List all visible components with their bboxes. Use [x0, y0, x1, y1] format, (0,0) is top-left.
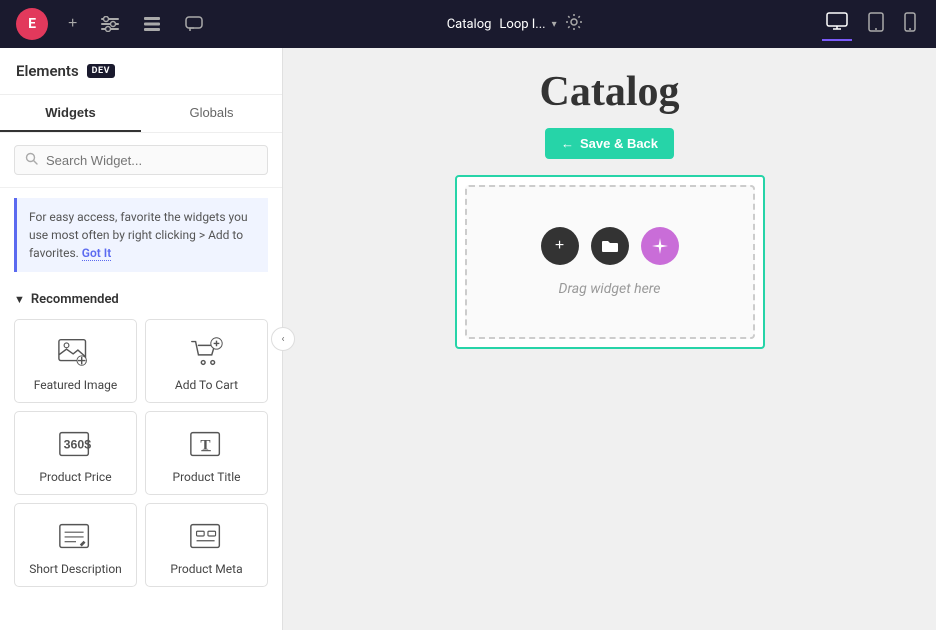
- canvas-area: Catalog ← Save & Back +: [283, 48, 936, 630]
- comment-icon: [185, 16, 203, 32]
- catalog-title: Catalog: [540, 68, 680, 116]
- section-title: ▼ Recommended: [14, 292, 268, 307]
- widget-card-product-price[interactable]: 360$ Product Price: [14, 411, 137, 495]
- tab-widgets[interactable]: Widgets: [0, 95, 141, 132]
- tab-globals[interactable]: Globals: [141, 95, 282, 132]
- sliders-icon-btn[interactable]: [97, 12, 123, 36]
- svg-text:360$: 360$: [63, 438, 91, 452]
- widget-card-add-to-cart[interactable]: Add To Cart: [145, 319, 268, 403]
- add-button[interactable]: +: [64, 11, 81, 37]
- left-panel: Elements DEV Widgets Globals: [0, 48, 283, 630]
- topbar: E +: [0, 0, 936, 48]
- drop-zone[interactable]: + Drag widget here: [465, 185, 755, 339]
- mobile-device-btn[interactable]: [900, 8, 920, 41]
- panel-collapse-btn[interactable]: ‹: [271, 327, 295, 351]
- widget-label-product-price: Product Price: [39, 470, 111, 484]
- arrow-left-icon: ←: [561, 136, 574, 151]
- topbar-left: E +: [16, 8, 207, 40]
- product-meta-icon: [187, 518, 227, 554]
- search-icon: [25, 152, 38, 168]
- desktop-icon: [826, 12, 848, 30]
- info-box: For easy access, favorite the widgets yo…: [14, 198, 268, 272]
- gear-icon: [565, 13, 583, 31]
- topbar-right: [822, 8, 920, 41]
- tablet-icon: [868, 12, 884, 32]
- desktop-device-btn[interactable]: [822, 8, 852, 41]
- sliders-icon: [101, 16, 119, 32]
- product-price-icon: 360$: [56, 426, 96, 462]
- widgets-section: ▼ Recommended: [0, 282, 282, 630]
- featured-image-icon: [56, 334, 96, 370]
- dev-badge: DEV: [87, 64, 115, 78]
- title-dropdown[interactable]: Catalog Loop I... ▾: [447, 17, 557, 32]
- settings-button[interactable]: [565, 13, 583, 36]
- widget-card-featured-image[interactable]: Featured Image: [14, 319, 137, 403]
- search-input[interactable]: [46, 153, 257, 168]
- got-it-link[interactable]: Got It: [82, 246, 111, 261]
- add-widget-btn[interactable]: +: [541, 227, 579, 265]
- widget-card-short-description[interactable]: Short Description: [14, 503, 137, 587]
- widget-label-product-title: Product Title: [173, 470, 241, 484]
- chevron-down-icon: ▾: [552, 19, 557, 30]
- folder-icon: [601, 238, 619, 254]
- title-text: Loop I...: [499, 17, 545, 32]
- left-panel-wrap: Elements DEV Widgets Globals: [0, 48, 283, 630]
- layers-icon-btn[interactable]: [139, 12, 165, 36]
- topbar-center: Catalog Loop I... ▾: [447, 13, 583, 36]
- short-description-icon: [56, 518, 96, 554]
- product-title-icon: T: [187, 426, 227, 462]
- search-area: [0, 133, 282, 188]
- panel-title: Elements: [16, 62, 79, 80]
- ai-btn[interactable]: [641, 227, 679, 265]
- section-collapse-icon: ▼: [14, 293, 25, 306]
- catalog-header: Catalog: [540, 68, 680, 116]
- panel-header: Elements DEV: [0, 48, 282, 95]
- drop-zone-label: Drag widget here: [559, 281, 661, 297]
- main-area: Elements DEV Widgets Globals: [0, 48, 936, 630]
- sparkle-icon: [651, 237, 669, 255]
- save-back-label: Save & Back: [580, 136, 658, 151]
- comment-icon-btn[interactable]: [181, 12, 207, 36]
- widgets-grid: Featured Image: [14, 319, 268, 587]
- save-back-button[interactable]: ← Save & Back: [545, 128, 674, 159]
- panel-tabs: Widgets Globals: [0, 95, 282, 133]
- search-input-wrap: [14, 145, 268, 175]
- library-btn[interactable]: [591, 227, 629, 265]
- add-to-cart-icon: [187, 334, 227, 370]
- widget-card-product-title[interactable]: T Product Title: [145, 411, 268, 495]
- widget-label-product-meta: Product Meta: [170, 562, 242, 576]
- drop-zone-container: + Drag widget here: [455, 175, 765, 349]
- layers-icon: [143, 16, 161, 32]
- elementor-logo: E: [16, 8, 48, 40]
- drop-zone-icons: +: [541, 227, 679, 265]
- widget-card-product-meta[interactable]: Product Meta: [145, 503, 268, 587]
- mobile-icon: [904, 12, 916, 32]
- device-buttons: [822, 8, 920, 41]
- page-title: Catalog: [447, 17, 492, 32]
- widget-label-featured-image: Featured Image: [34, 378, 117, 392]
- widget-label-add-to-cart: Add To Cart: [175, 378, 238, 392]
- tablet-device-btn[interactable]: [864, 8, 888, 41]
- widget-label-short-description: Short Description: [29, 562, 122, 576]
